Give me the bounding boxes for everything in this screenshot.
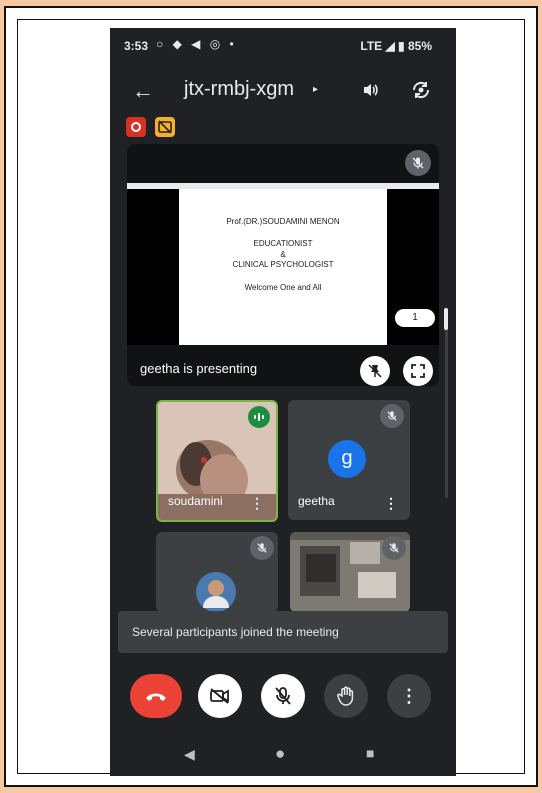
- participant-tile[interactable]: g geetha ⋮: [288, 400, 410, 520]
- slide-line-role2: CLINICAL PSYCHOLOGIST: [232, 260, 334, 270]
- nav-home-icon[interactable]: ●: [275, 744, 285, 764]
- presentation-tile[interactable]: Prof.(DR.)SOUDAMINI MENON EDUCATIONIST &…: [127, 144, 439, 386]
- end-call-button[interactable]: [130, 674, 182, 718]
- slide-line-welcome: Welcome One and All: [244, 282, 322, 292]
- fullscreen-icon: [411, 364, 425, 378]
- switch-camera-icon[interactable]: [410, 80, 432, 105]
- slide-line-name: Prof.(DR.)SOUDAMINI MENON: [226, 217, 340, 226]
- meeting-code[interactable]: jtx-rmbj-xgm: [184, 78, 294, 101]
- status-network-battery: LTE ◢ ▮ 85%: [360, 39, 432, 53]
- back-arrow-icon[interactable]: ←: [132, 78, 154, 104]
- slide-line-role1: EDUCATIONIST: [253, 239, 313, 249]
- page-indicator: 1: [395, 309, 435, 327]
- participant-name: geetha: [298, 494, 335, 508]
- avatar: g: [328, 440, 366, 478]
- captions-off-badge[interactable]: [155, 117, 175, 137]
- mic-toggle-button[interactable]: [261, 674, 305, 718]
- grid-scrollbar-thumb[interactable]: [444, 308, 448, 330]
- grid-scrollbar[interactable]: [445, 308, 448, 498]
- shared-screen: Prof.(DR.)SOUDAMINI MENON EDUCATIONIST &…: [127, 183, 439, 345]
- more-options-icon[interactable]: ⋮: [250, 496, 264, 510]
- notification-icons: ○ ◆ ◀ ◎ •: [156, 37, 237, 51]
- record-icon: [131, 122, 141, 132]
- pin-off-icon: [368, 364, 382, 378]
- mic-off-icon: [380, 404, 404, 428]
- participant-tile[interactable]: [290, 532, 410, 612]
- recording-badge[interactable]: [126, 117, 146, 137]
- chevron-right-icon[interactable]: ▸: [313, 84, 318, 95]
- phone-screen: 3:53 ○ ◆ ◀ ◎ • LTE ◢ ▮ 85% ← jtx-rmbj-xg…: [110, 28, 456, 776]
- end-call-icon: [146, 693, 166, 701]
- mic-off-icon: [405, 150, 431, 176]
- status-time: 3:53: [124, 39, 149, 53]
- camera-toggle-button[interactable]: [198, 674, 242, 718]
- raise-hand-icon: [337, 686, 354, 706]
- unpin-button[interactable]: [360, 356, 390, 386]
- status-bar: 3:53 ○ ◆ ◀ ◎ • LTE ◢ ▮ 85%: [110, 28, 456, 62]
- participant-tile[interactable]: soudamini ⋮: [156, 400, 278, 522]
- participant-name: soudamini: [168, 494, 223, 508]
- mic-off-icon: [275, 687, 291, 705]
- more-options-icon: ⋮: [400, 685, 418, 706]
- call-controls: ⋮: [110, 668, 456, 718]
- fullscreen-button[interactable]: [403, 356, 433, 386]
- raise-hand-button[interactable]: [324, 674, 368, 718]
- join-notification-toast: Several participants joined the meeting: [118, 611, 448, 653]
- captions-off-icon: [158, 120, 172, 134]
- mic-off-icon: [382, 536, 406, 560]
- nav-back-icon[interactable]: ◀: [184, 746, 195, 763]
- presenter-label: geetha is presenting: [140, 361, 258, 376]
- nav-recents-icon[interactable]: ■: [366, 745, 374, 761]
- slide: Prof.(DR.)SOUDAMINI MENON EDUCATIONIST &…: [179, 189, 387, 345]
- camera-off-icon: [210, 688, 229, 704]
- more-options-button[interactable]: ⋮: [387, 674, 431, 718]
- avatar: [196, 572, 236, 612]
- call-top-bar: ← jtx-rmbj-xgm ▸: [110, 74, 456, 110]
- system-nav-bar: ◀ ● ■: [110, 740, 456, 776]
- slide-line-amp: &: [280, 249, 286, 259]
- participant-tile[interactable]: [156, 532, 278, 612]
- toast-message: Several participants joined the meeting: [132, 625, 339, 639]
- mic-off-icon: [250, 536, 274, 560]
- more-options-icon[interactable]: ⋮: [384, 496, 398, 510]
- speaking-indicator-icon: [248, 406, 270, 428]
- speaker-icon[interactable]: [362, 82, 380, 103]
